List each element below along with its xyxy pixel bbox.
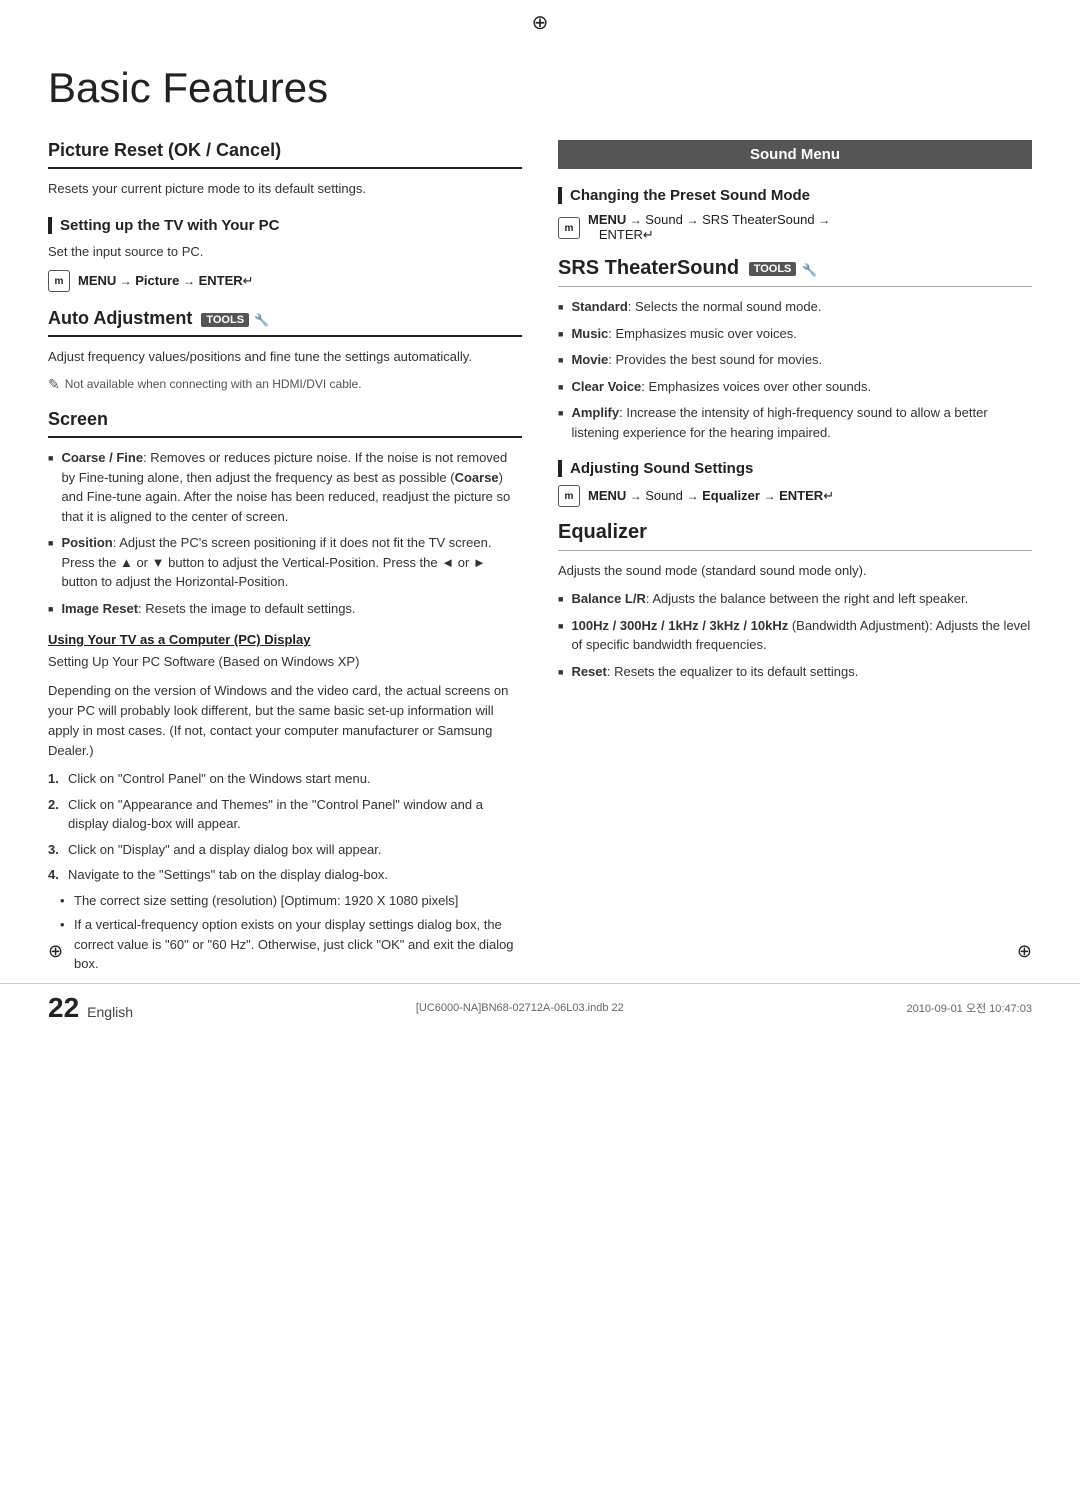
equalizer-section: Equalizer Adjusts the sound mode (standa… — [558, 521, 1032, 681]
menu-icon-sound: m — [558, 485, 580, 507]
changing-preset-section: Changing the Preset Sound Mode m MENU → … — [558, 187, 1032, 243]
srs-theater-section: SRS TheaterSound TOOLS 🔧 Standard: Selec… — [558, 257, 1032, 442]
screen-bullet-position: Position: Adjust the PC's screen positio… — [48, 533, 522, 592]
picture-reset-title: Picture Reset (OK / Cancel) — [48, 140, 522, 169]
srs-theater-bullets: Standard: Selects the normal sound mode.… — [558, 297, 1032, 442]
pc-display-dots: The correct size setting (resolution) [O… — [60, 891, 522, 974]
page-footer: 22 English [UC6000-NA]BN68-02712A-06L03.… — [0, 983, 1080, 1024]
dot-frequency: If a vertical-frequency option exists on… — [60, 915, 522, 974]
screen-section: Screen Coarse / Fine: Removes or reduces… — [48, 409, 522, 973]
srs-theater-title: SRS TheaterSound TOOLS 🔧 — [558, 257, 1032, 287]
pc-display-steps: 1. Click on "Control Panel" on the Windo… — [48, 769, 522, 885]
setting-up-tv-body: Set the input source to PC. — [48, 242, 522, 262]
screen-bullet-list: Coarse / Fine: Removes or reduces pictur… — [48, 448, 522, 618]
screen-bullet-image-reset: Image Reset: Resets the image to default… — [48, 599, 522, 619]
pc-display-subtitle: Using Your TV as a Computer (PC) Display — [48, 632, 522, 647]
right-column: Sound Menu Changing the Preset Sound Mod… — [558, 140, 1032, 982]
srs-bullet-movie: Movie: Provides the best sound for movie… — [558, 350, 1032, 370]
compass-bottom-right-icon: ⊕ — [1017, 941, 1032, 962]
eq-bullet-balance: Balance L/R: Adjusts the balance between… — [558, 589, 1032, 609]
srs-tools-badge: TOOLS — [749, 262, 797, 276]
tools-icon-symbol: 🔧 — [254, 313, 269, 327]
page-number-block: 22 English — [48, 992, 133, 1024]
menu-icon-preset: m — [558, 217, 580, 239]
adjusting-sound-menu-path: m MENU → Sound → Equalizer → ENTER↵ — [558, 485, 1032, 507]
pc-display-body2: Depending on the version of Windows and … — [48, 681, 522, 762]
pc-display-body1: Setting Up Your PC Software (Based on Wi… — [48, 652, 522, 672]
footer-date-info: 2010-09-01 오전 10:47:03 — [907, 1000, 1032, 1016]
picture-reset-section: Picture Reset (OK / Cancel) Resets your … — [48, 140, 522, 199]
picture-reset-body: Resets your current picture mode to its … — [48, 179, 522, 199]
footer-doc-info: [UC6000-NA]BN68-02712A-06L03.indb 22 — [416, 1002, 624, 1014]
step-2: 2. Click on "Appearance and Themes" in t… — [48, 795, 522, 834]
srs-bullet-amplify: Amplify: Increase the intensity of high-… — [558, 403, 1032, 442]
auto-adjustment-section: Auto Adjustment TOOLS 🔧 Adjust frequency… — [48, 308, 522, 395]
changing-preset-title: Changing the Preset Sound Mode — [558, 187, 1032, 204]
eq-bullet-freq: 100Hz / 300Hz / 1kHz / 3kHz / 10kHz (Ban… — [558, 616, 1032, 655]
menu-path-tv: MENU → Picture → ENTER↵ — [78, 273, 254, 289]
auto-adjustment-title: Auto Adjustment TOOLS 🔧 — [48, 308, 522, 337]
screen-title: Screen — [48, 409, 522, 438]
pc-display-section: Using Your TV as a Computer (PC) Display… — [48, 632, 522, 973]
dot-resolution: The correct size setting (resolution) [O… — [60, 891, 522, 911]
menu-icon-tv: m — [48, 270, 70, 292]
step-3: 3. Click on "Display" and a display dial… — [48, 840, 522, 860]
setting-up-tv-title: Setting up the TV with Your PC — [48, 217, 522, 234]
adjusting-sound-section: Adjusting Sound Settings m MENU → Sound … — [558, 460, 1032, 507]
changing-preset-menu-path: m MENU → Sound → SRS TheaterSound → ENTE… — [558, 212, 1032, 243]
screen-bullet-coarse: Coarse / Fine: Removes or reduces pictur… — [48, 448, 522, 526]
auto-adjustment-tools-badge: TOOLS — [201, 313, 249, 327]
auto-adjustment-note: ✎ Not available when connecting with an … — [48, 375, 522, 395]
adjusting-sound-title: Adjusting Sound Settings — [558, 460, 1032, 477]
compass-bottom-left-icon: ⊕ — [48, 941, 63, 962]
step-1: 1. Click on "Control Panel" on the Windo… — [48, 769, 522, 789]
eq-bullet-reset: Reset: Resets the equalizer to its defau… — [558, 662, 1032, 682]
sound-menu-bar: Sound Menu — [558, 140, 1032, 169]
auto-adjustment-body: Adjust frequency values/positions and fi… — [48, 347, 522, 367]
equalizer-title: Equalizer — [558, 521, 1032, 551]
srs-bullet-music: Music: Emphasizes music over voices. — [558, 324, 1032, 344]
left-column: Picture Reset (OK / Cancel) Resets your … — [48, 140, 522, 982]
step-4: 4. Navigate to the "Settings" tab on the… — [48, 865, 522, 885]
setting-up-tv-menu-path: m MENU → Picture → ENTER↵ — [48, 270, 522, 292]
page-language: English — [87, 1004, 133, 1020]
main-title: Basic Features — [48, 64, 1032, 112]
note-icon: ✎ — [48, 374, 60, 395]
equalizer-bullets: Balance L/R: Adjusts the balance between… — [558, 589, 1032, 681]
setting-up-tv-section: Setting up the TV with Your PC Set the i… — [48, 217, 522, 292]
srs-bullet-clear-voice: Clear Voice: Emphasizes voices over othe… — [558, 377, 1032, 397]
page-number: 22 — [48, 992, 79, 1024]
equalizer-body: Adjusts the sound mode (standard sound m… — [558, 561, 1032, 581]
srs-tools-icon: 🔧 — [802, 263, 817, 277]
srs-bullet-standard: Standard: Selects the normal sound mode. — [558, 297, 1032, 317]
compass-top-icon: ⊕ — [532, 10, 549, 35]
